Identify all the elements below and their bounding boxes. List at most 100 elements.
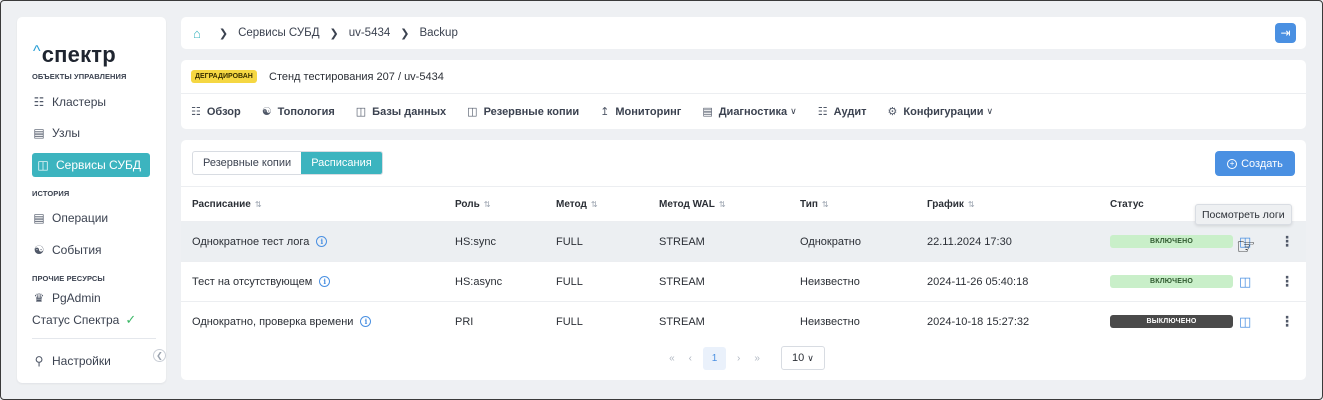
sidebar-item-events[interactable]: ☯ События: [32, 238, 150, 262]
breadcrumb-backup: Backup: [419, 27, 458, 39]
tab-audit[interactable]: ☷ Аудит: [817, 105, 867, 119]
sidebar-item-clusters[interactable]: ☷ Кластеры: [32, 90, 150, 114]
topology-icon: ☯: [261, 106, 272, 118]
cluster-icon: ☷: [33, 95, 45, 109]
column-type[interactable]: Тип ⇅: [800, 199, 829, 210]
page-number[interactable]: 1: [703, 346, 726, 370]
breadcrumb-db-services[interactable]: Сервисы СУБД: [238, 27, 319, 39]
pagination: « ‹ 1 › » 10 ∨: [181, 344, 1306, 372]
tooltip: Посмотреть логи: [1195, 204, 1292, 225]
status-badge: ВКЛЮЧЕНО: [1110, 235, 1233, 248]
sort-icon: ⇅: [590, 199, 598, 209]
tab-backups[interactable]: ◫ Резервные копии: [467, 105, 579, 119]
table-row[interactable]: Тест на отсутствующем i HS:async FULL STR…: [181, 261, 1306, 301]
row-menu-button[interactable]: ⋮: [1280, 313, 1294, 330]
switch-backups[interactable]: Резервные копии: [193, 152, 301, 174]
sidebar-divider: [32, 338, 156, 339]
sidebar-item-spectr-status[interactable]: Статус Спектра ✓: [32, 310, 150, 330]
logout-button[interactable]: ⇥: [1275, 23, 1296, 43]
column-role[interactable]: Роль ⇅: [455, 199, 490, 210]
breadcrumb-service[interactable]: uv-5434: [349, 27, 391, 39]
collapse-sidebar-button[interactable]: ❮: [153, 349, 166, 362]
divider: [181, 93, 1306, 94]
page-size-select[interactable]: 10 ∨: [780, 346, 825, 370]
table-header: Расписание ⇅ Роль ⇅ Метод ⇅ Метод WAL ⇅ Тип ⇅…: [181, 186, 1306, 221]
info-icon[interactable]: i: [319, 276, 331, 287]
breadcrumb: ⌂ ❯ Сервисы СУБД ❯ uv-5434 ❯ Backup ⇥: [181, 17, 1306, 49]
info-icon[interactable]: i: [360, 316, 372, 327]
info-icon[interactable]: i: [316, 236, 328, 247]
chevron-right-icon: ❯: [329, 27, 339, 40]
hand-cursor-icon: ☞: [1236, 234, 1256, 259]
column-method[interactable]: Метод ⇅: [556, 199, 598, 210]
chevron-down-icon: ∨: [790, 106, 797, 116]
pgadmin-icon: ♛: [33, 291, 45, 305]
database-icon: ◫: [355, 106, 367, 118]
next-page-icon[interactable]: ›: [737, 353, 740, 364]
row-menu-button[interactable]: ⋮: [1280, 233, 1294, 250]
tab-databases[interactable]: ◫ Базы данных: [355, 105, 446, 119]
page-title: Стенд тестирования 207 / uv-5434: [269, 71, 444, 83]
chevron-down-icon: ∨: [807, 352, 814, 363]
sidebar-item-db-services[interactable]: ◫ Сервисы СУБД: [32, 153, 150, 177]
document-icon: ☷: [191, 106, 201, 118]
status-badge: ВЫКЛЮЧЕНО: [1110, 315, 1233, 328]
database-service-icon: ◫: [37, 158, 49, 172]
sidebar-item-nodes[interactable]: ▤ Узлы: [32, 121, 150, 145]
column-schedule[interactable]: Расписание ⇅: [192, 199, 262, 210]
column-wal-method[interactable]: Метод WAL ⇅: [659, 199, 726, 210]
check-icon: ✓: [125, 312, 137, 327]
logo[interactable]: ^спектр: [33, 42, 116, 68]
section-objects: ОБЪЕКТЫ УПРАВЛЕНИЯ: [32, 72, 127, 81]
last-page-icon[interactable]: »: [754, 353, 760, 364]
schedules-table: Расписание ⇅ Роль ⇅ Метод ⇅ Метод WAL ⇅ Тип ⇅…: [181, 186, 1306, 341]
logout-icon: ⇥: [1280, 26, 1291, 40]
row-menu-button[interactable]: ⋮: [1280, 273, 1294, 290]
sort-icon: ⇅: [254, 199, 262, 209]
column-schedule-time[interactable]: График ⇅: [927, 199, 975, 210]
create-button[interactable]: + Создать: [1215, 151, 1295, 176]
home-icon[interactable]: ⌂: [193, 26, 201, 41]
sidebar-item-pgadmin[interactable]: ♛ PgAdmin: [32, 288, 150, 308]
audit-icon: ☷: [817, 106, 828, 118]
view-switch: Резервные копии Расписания: [192, 151, 383, 175]
backup-icon: ◫: [467, 106, 478, 118]
status-badge: ДЕГРАДИРОВАН: [191, 70, 257, 83]
chevron-down-icon: ∨: [986, 106, 994, 116]
table-row[interactable]: Однократно, проверка времени i PRI FULL S…: [181, 301, 1306, 341]
sidebar-item-settings[interactable]: ⚲ Настройки: [32, 349, 150, 373]
operations-icon: ▤: [33, 211, 45, 225]
gear-icon: ⚙: [887, 106, 898, 118]
prev-page-icon[interactable]: ‹: [689, 353, 692, 364]
chevron-right-icon: ❯: [218, 27, 229, 40]
service-tabs: ☷ Обзор ☯ Топология ◫ Базы данных ◫ Резервны…: [191, 105, 1014, 119]
view-logs-icon[interactable]: ◫: [1239, 314, 1251, 330]
sort-icon: ⇅: [718, 199, 726, 209]
diagnostics-icon: ▤: [702, 106, 713, 118]
table-row[interactable]: Однократное тест лога i HS:sync FULL STRE…: [181, 221, 1306, 261]
tab-topology[interactable]: ☯ Топология: [261, 105, 335, 119]
sidebar: ^спектр ОБЪЕКТЫ УПРАВЛЕНИЯ ☷ Кластеры ▤ …: [17, 17, 166, 383]
tab-diagnostics[interactable]: ▤ Диагностика ∨: [702, 105, 797, 119]
chart-icon: ↥: [600, 106, 610, 118]
tab-overview[interactable]: ☷ Обзор: [191, 105, 241, 119]
tab-configurations[interactable]: ⚙ Конфигурации ∨: [887, 105, 994, 119]
section-other: ПРОЧИЕ РЕСУРСЫ: [32, 274, 105, 283]
sort-icon: ⇅: [483, 199, 491, 209]
section-history: ИСТОРИЯ: [32, 189, 70, 198]
plus-icon: +: [1227, 158, 1238, 169]
sort-icon: ⇅: [821, 199, 829, 209]
chevron-right-icon: ❯: [400, 27, 410, 40]
schedules-panel: Резервные копии Расписания + Создать Рас…: [181, 140, 1306, 380]
status-badge: ВКЛЮЧЕНО: [1110, 275, 1233, 288]
column-status: Статус: [1110, 198, 1144, 210]
first-page-icon[interactable]: «: [669, 353, 675, 364]
switch-schedules[interactable]: Расписания: [301, 152, 382, 174]
tab-monitoring[interactable]: ↥ Мониторинг: [600, 105, 681, 119]
sort-icon: ⇅: [967, 199, 975, 209]
view-logs-icon[interactable]: ◫: [1239, 274, 1251, 290]
user-icon: ⚲: [34, 354, 44, 368]
events-icon: ☯: [33, 243, 45, 257]
sidebar-item-operations[interactable]: ▤ Операции: [32, 206, 150, 230]
service-header: ДЕГРАДИРОВАН Стенд тестирования 207 / uv…: [181, 60, 1306, 129]
